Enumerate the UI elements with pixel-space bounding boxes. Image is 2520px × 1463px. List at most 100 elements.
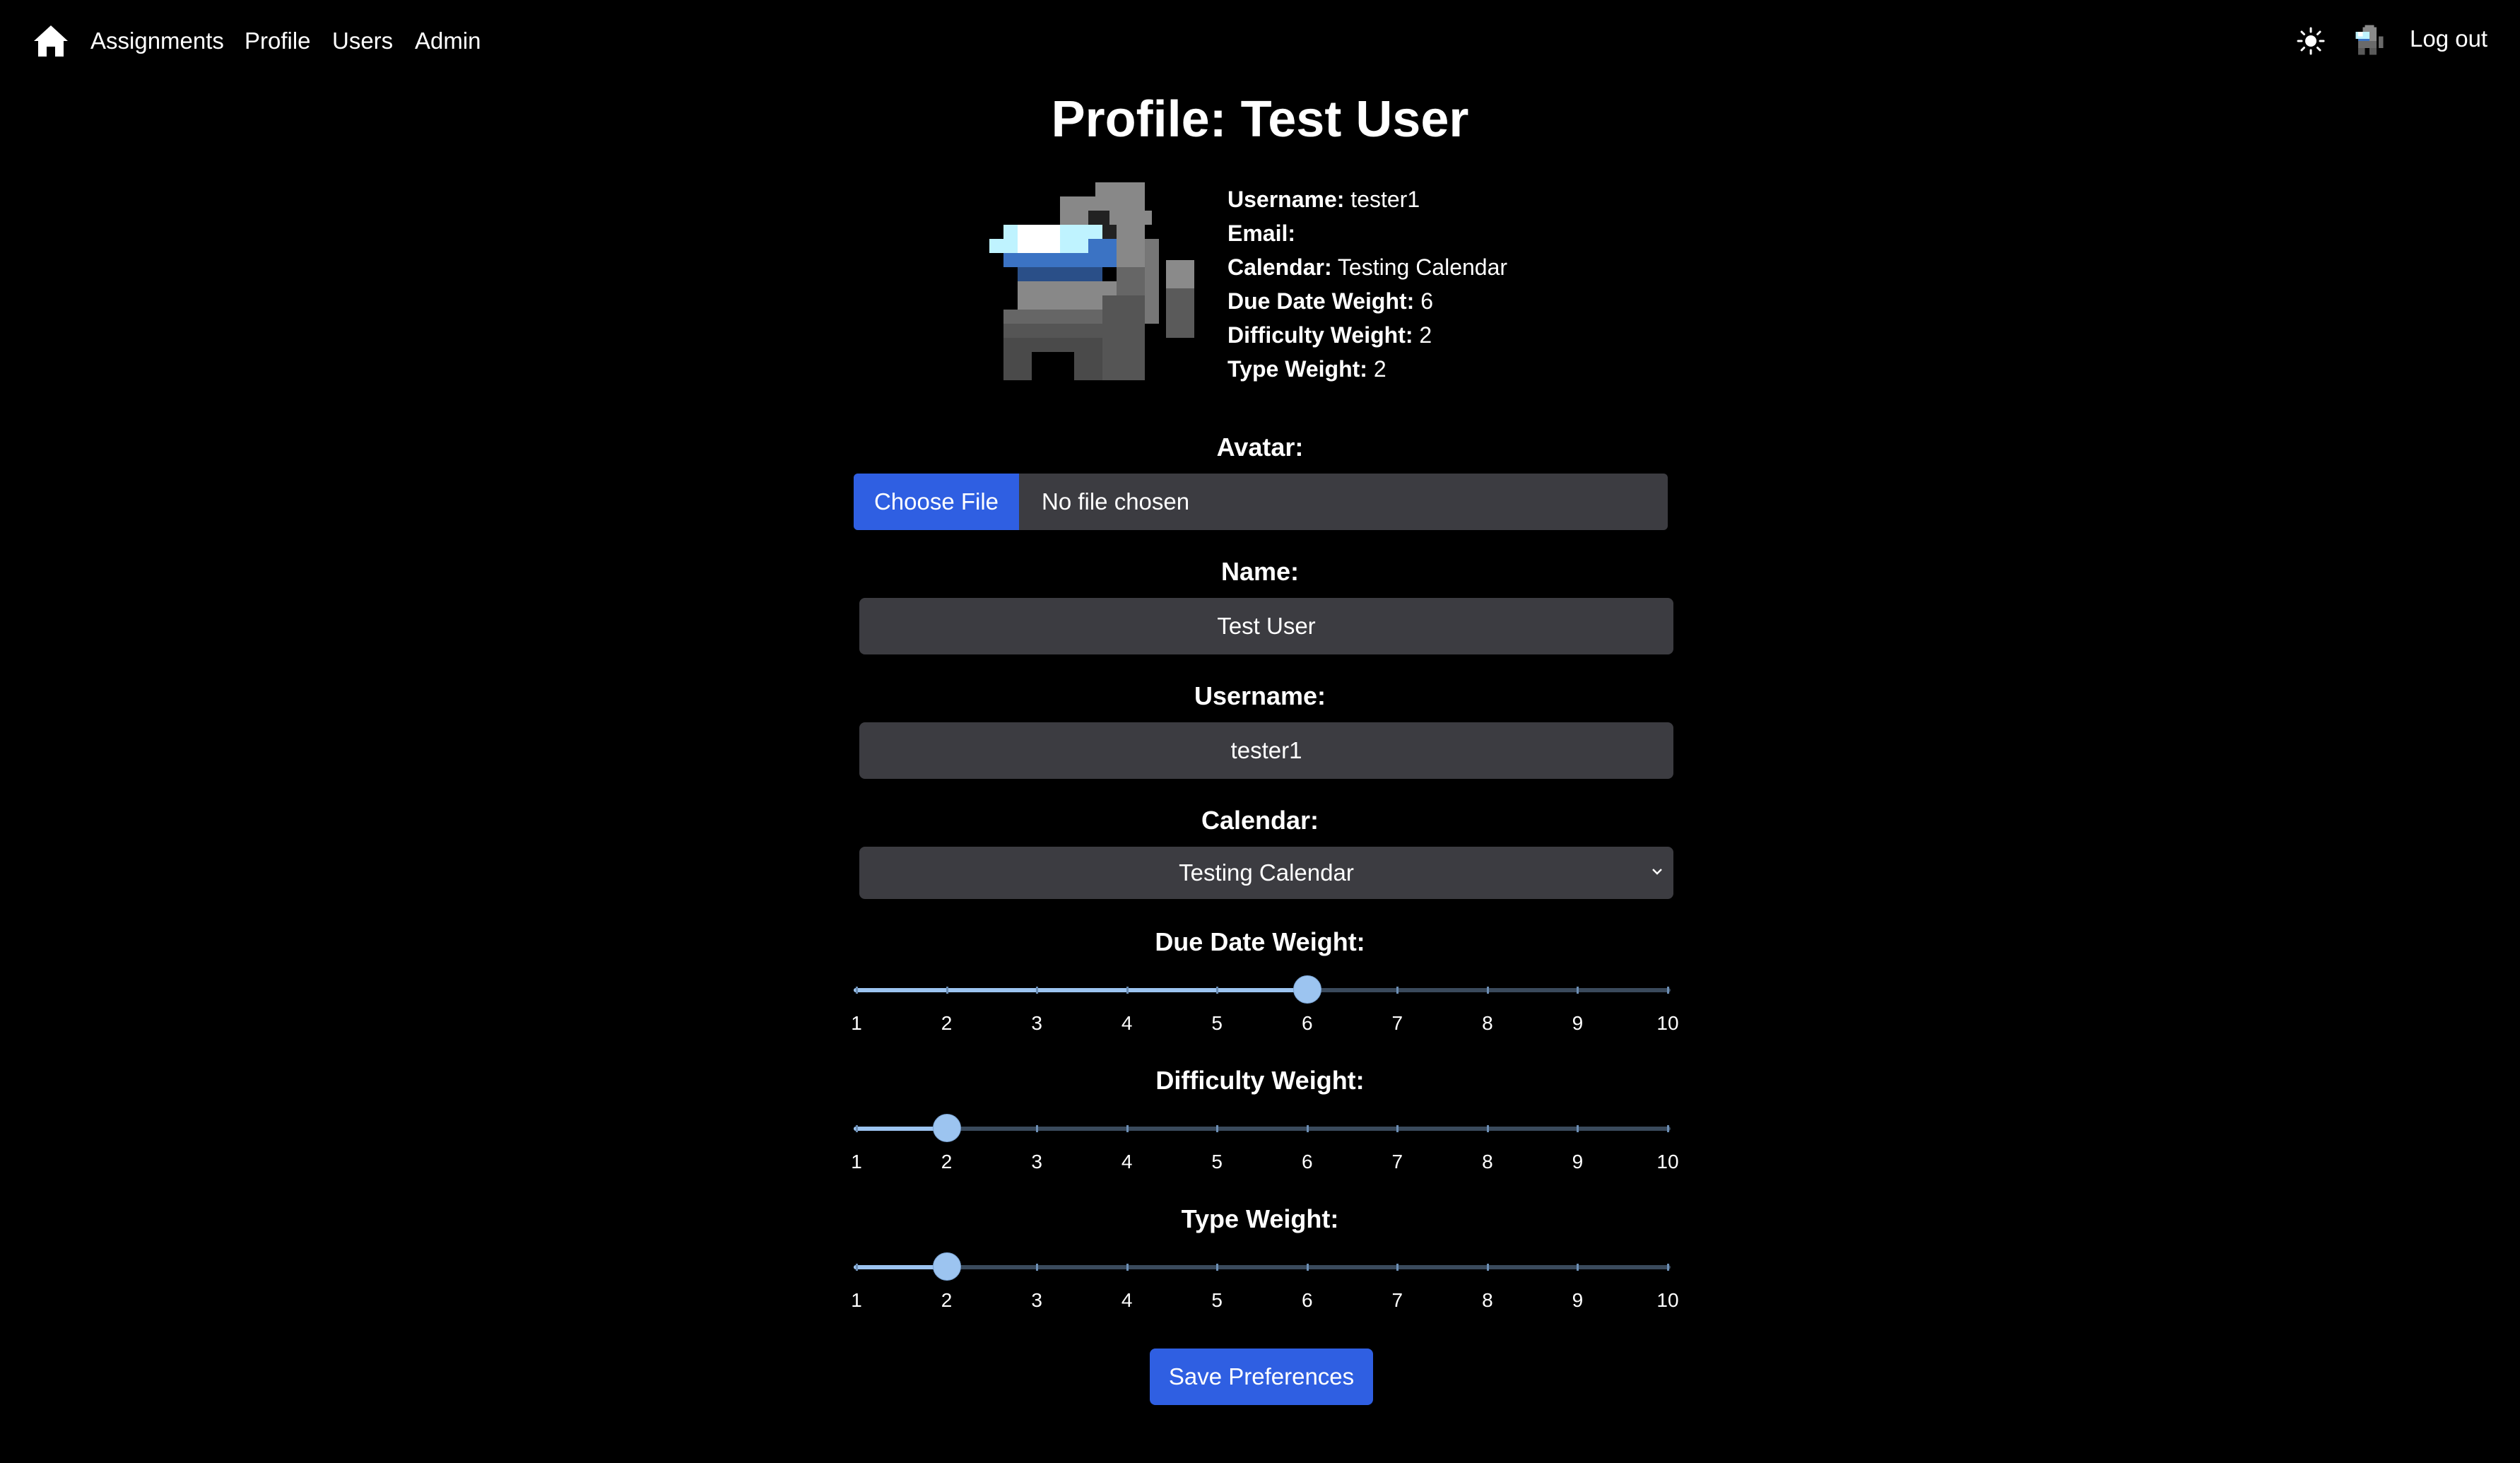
- slider-tick-label: 2: [941, 1289, 953, 1311]
- avatar-file-input[interactable]: Choose File No file chosen: [854, 474, 1668, 530]
- slider-tick-label: 4: [1121, 1289, 1133, 1311]
- slider-tick: [1306, 1264, 1309, 1271]
- slider-tick: [1667, 987, 1669, 994]
- slider-tick-label: 8: [1482, 1012, 1493, 1034]
- slider-tick: [946, 987, 948, 994]
- info-due-date-weight: Due Date Weight: 6: [1227, 288, 1433, 314]
- nav-admin-link[interactable]: Admin: [415, 27, 481, 55]
- slider-tick-label: 1: [851, 1151, 862, 1173]
- slider-tick: [1667, 1125, 1669, 1132]
- slider-track[interactable]: [854, 1265, 1671, 1269]
- slider-tick-label: 10: [1656, 1289, 1679, 1311]
- slider-tick-label: 7: [1391, 1012, 1403, 1034]
- slider-tick-label: 9: [1572, 1012, 1584, 1034]
- type-weight-slider[interactable]: 1 2 3 4 5 6 7 8 9 10: [851, 1248, 1679, 1311]
- info-email: Email:: [1227, 221, 1296, 246]
- slider-tick: [856, 1264, 858, 1271]
- slider-tick-label: 4: [1121, 1012, 1133, 1034]
- slider-tick: [1577, 1264, 1579, 1271]
- slider-tick: [1577, 1125, 1579, 1132]
- calendar-select[interactable]: Testing Calendar: [859, 847, 1673, 899]
- slider-tick-label: 7: [1391, 1289, 1403, 1311]
- slider-tick: [1306, 1125, 1309, 1132]
- slider-tick: [1486, 1125, 1489, 1132]
- slider-tick-label: 2: [941, 1151, 953, 1173]
- slider-tick-label: 9: [1572, 1151, 1584, 1173]
- slider-tick: [1396, 987, 1399, 994]
- slider-tick-label: 6: [1301, 1151, 1313, 1173]
- slider-tick-label: 10: [1656, 1151, 1679, 1173]
- slider-tick-label: 2: [941, 1012, 953, 1034]
- slider-tick: [1667, 1264, 1669, 1271]
- slider-tick-label: 5: [1211, 1151, 1223, 1173]
- name-label: Name:: [1220, 557, 1300, 586]
- slider-tick: [1216, 1264, 1219, 1271]
- slider-tick: [1486, 987, 1489, 994]
- slider-tick-label: 5: [1211, 1289, 1223, 1311]
- choose-file-button[interactable]: Choose File: [854, 474, 1019, 530]
- info-calendar: Calendar: Testing Calendar: [1227, 254, 1508, 280]
- username-label: Username:: [1194, 681, 1326, 710]
- slider-tick: [1036, 987, 1039, 994]
- slider-tick-label: 1: [851, 1012, 862, 1034]
- nav-profile-link[interactable]: Profile: [245, 27, 311, 55]
- home-icon[interactable]: [33, 24, 69, 58]
- slider-tick-label: 10: [1656, 1012, 1679, 1034]
- slider-tick-label: 3: [1031, 1012, 1042, 1034]
- type-weight-label: Type Weight:: [1181, 1204, 1339, 1233]
- slider-tick-label: 3: [1031, 1289, 1042, 1311]
- slider-tick: [1036, 1264, 1039, 1271]
- sun-icon[interactable]: [2297, 27, 2325, 55]
- slider-track[interactable]: [854, 1127, 1671, 1131]
- slider-tick: [856, 1125, 858, 1132]
- slider-thumb[interactable]: [1293, 975, 1321, 1004]
- logout-link[interactable]: Log out: [2410, 25, 2487, 52]
- calendar-select-value: Testing Calendar: [1179, 859, 1354, 886]
- slider-tick-label: 3: [1031, 1151, 1042, 1173]
- difficulty-weight-slider[interactable]: 1 2 3 4 5 6 7 8 9 10: [851, 1110, 1679, 1173]
- user-avatar-icon[interactable]: [2350, 23, 2389, 59]
- slider-tick-label: 4: [1121, 1151, 1133, 1173]
- slider-tick-label: 6: [1301, 1289, 1313, 1311]
- nav-assignments-link[interactable]: Assignments: [90, 27, 224, 55]
- slider-tick: [1577, 987, 1579, 994]
- chevron-down-icon: [1652, 869, 1662, 875]
- due-date-weight-label: Due Date Weight:: [1155, 927, 1365, 956]
- file-status-text: No file chosen: [1042, 488, 1190, 515]
- slider-thumb[interactable]: [932, 1114, 961, 1142]
- navbar: Assignments Profile Users Admin Log out: [0, 0, 2520, 82]
- slider-tick: [1036, 1125, 1039, 1132]
- slider-tick-label: 5: [1211, 1012, 1223, 1034]
- slider-tick-label: 8: [1482, 1289, 1493, 1311]
- slider-tick: [1126, 987, 1129, 994]
- name-input[interactable]: [859, 598, 1673, 654]
- slider-tick: [1486, 1264, 1489, 1271]
- slider-tick: [1396, 1125, 1399, 1132]
- slider-tick-label: 9: [1572, 1289, 1584, 1311]
- slider-tick: [1216, 987, 1219, 994]
- slider-tick-label: 7: [1391, 1151, 1403, 1173]
- avatar-label: Avatar:: [1216, 433, 1304, 462]
- slider-tick-label: 1: [851, 1289, 862, 1311]
- slider-tick-label: 6: [1301, 1012, 1313, 1034]
- nav-users-link[interactable]: Users: [332, 27, 393, 55]
- page-title: Profile: Test User: [1051, 91, 1469, 148]
- info-difficulty-weight: Difficulty Weight: 2: [1227, 322, 1432, 348]
- slider-tick: [1126, 1264, 1129, 1271]
- info-type-weight: Type Weight: 2: [1227, 356, 1386, 382]
- slider-tick: [856, 987, 858, 994]
- difficulty-weight-label: Difficulty Weight:: [1155, 1066, 1365, 1095]
- slider-thumb[interactable]: [932, 1252, 961, 1281]
- slider-tick: [1216, 1125, 1219, 1132]
- profile-info: Username: tester1 Email: Calendar: Testi…: [1227, 182, 1507, 386]
- calendar-label: Calendar:: [1201, 806, 1319, 835]
- due-date-weight-slider[interactable]: 1 2 3 4 5 6 7 8 9 10: [851, 971, 1679, 1034]
- slider-tick-label: 8: [1482, 1151, 1493, 1173]
- save-preferences-button[interactable]: Save Preferences: [1150, 1349, 1373, 1405]
- slider-tick: [1126, 1125, 1129, 1132]
- slider-tick: [1396, 1264, 1399, 1271]
- info-username: Username: tester1: [1227, 187, 1420, 212]
- profile-avatar-image: [989, 182, 1194, 380]
- slider-fill: [854, 988, 1307, 992]
- username-input[interactable]: [859, 722, 1673, 779]
